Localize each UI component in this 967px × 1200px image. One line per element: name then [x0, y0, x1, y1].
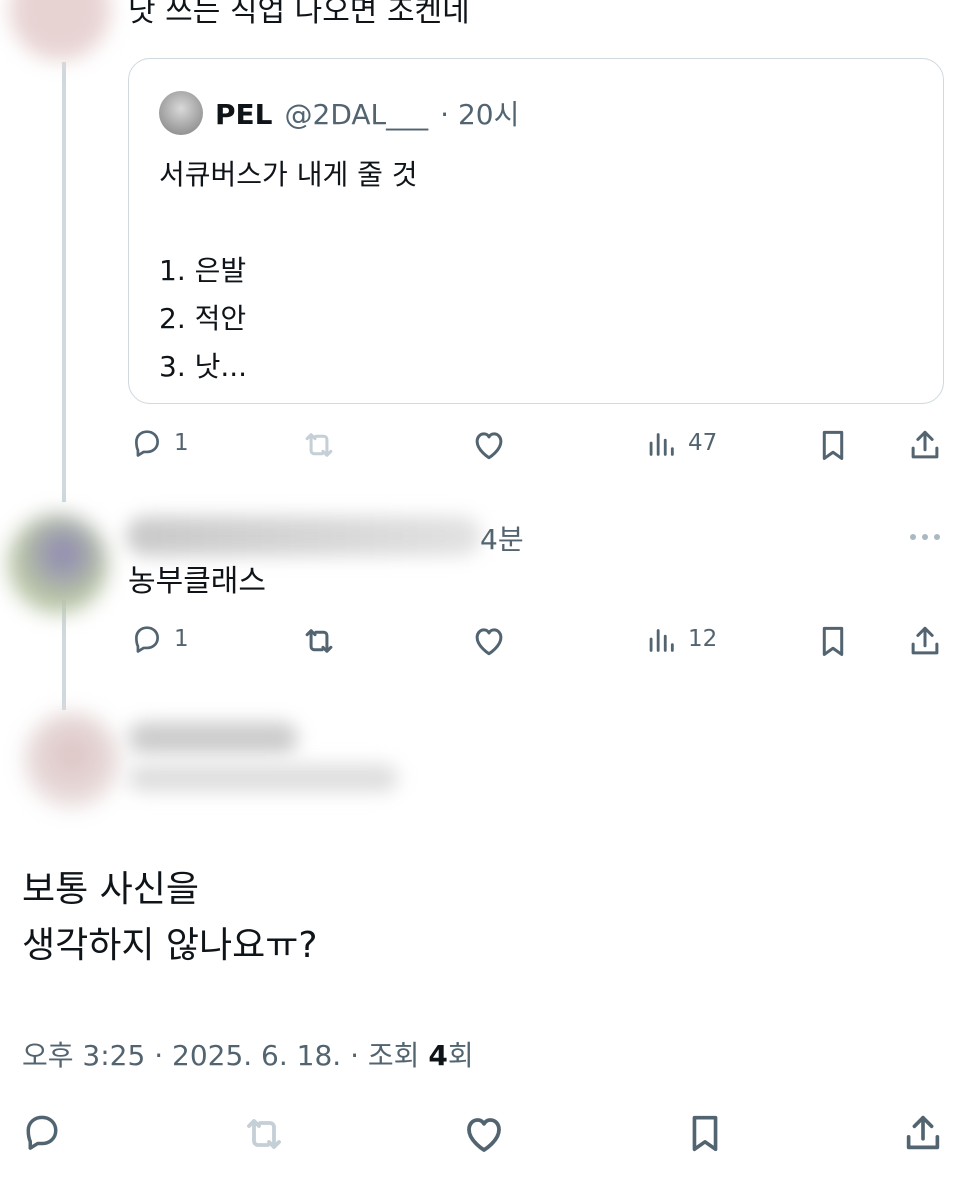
tweet-actions: 1 12	[0, 622, 967, 662]
reply-icon	[135, 430, 159, 457]
main-tweet-text: 보통 사신을 생각하지 않나요ㅠ?	[22, 862, 318, 974]
tweet-text: 낫 쓰는 직업 나오면 조켄네	[128, 0, 470, 29]
bookmark-button[interactable]	[814, 622, 852, 660]
views-icon	[649, 433, 674, 456]
reply-icon	[135, 626, 159, 653]
bookmark-icon	[822, 430, 844, 460]
share-icon	[911, 430, 939, 459]
reply-button[interactable]	[20, 1110, 64, 1154]
like-button[interactable]	[470, 622, 518, 660]
tweet-actions: 1 47	[0, 426, 967, 466]
quoted-handle[interactable]: @2DAL___	[285, 98, 429, 131]
like-icon	[475, 628, 503, 656]
share-button[interactable]	[906, 426, 944, 464]
like-icon	[475, 432, 503, 460]
quoted-line: 서큐버스가 내게 줄 것	[159, 158, 418, 191]
quoted-line: 3. 낫...	[159, 350, 248, 383]
bookmark-button[interactable]	[682, 1110, 728, 1156]
like-button[interactable]	[460, 1110, 508, 1158]
reply-count: 1	[174, 626, 189, 652]
views-icon	[649, 629, 674, 652]
author-handle-redacted	[128, 764, 398, 792]
retweet-icon	[247, 1119, 281, 1149]
like-icon	[467, 1118, 501, 1152]
retweet-button[interactable]	[300, 622, 348, 660]
views-count: 47	[688, 430, 718, 456]
reply-button[interactable]: 1	[130, 426, 189, 460]
quoted-time: · 20시	[440, 98, 520, 131]
bookmark-icon	[822, 626, 844, 656]
bookmark-button[interactable]	[814, 426, 852, 464]
retweet-icon	[305, 629, 333, 653]
reply-text: 농부클래스	[128, 564, 266, 599]
view-suffix: 회	[447, 1039, 474, 1072]
author-name-redacted	[126, 516, 481, 556]
timestamp-text: 오후 3:25 · 2025. 6. 18. · 조회	[22, 1039, 429, 1072]
quoted-avatar	[159, 91, 203, 135]
share-icon	[906, 1115, 940, 1150]
quoted-line: 1. 은발	[159, 254, 247, 287]
quoted-text: 서큐버스가 내게 줄 것 1. 은발 2. 적안 3. 낫...	[159, 151, 418, 391]
retweet-icon	[305, 433, 333, 457]
reply-button[interactable]: 1	[130, 622, 189, 656]
main-tweet-actions	[0, 1110, 967, 1152]
quoted-line: 2. 적안	[159, 302, 247, 335]
avatar[interactable]	[10, 0, 110, 60]
views-count: 12	[688, 626, 718, 652]
share-button[interactable]	[906, 622, 944, 660]
avatar[interactable]	[24, 712, 120, 808]
reply-count: 1	[174, 430, 189, 456]
reply-icon	[26, 1115, 58, 1150]
share-button[interactable]	[900, 1110, 946, 1156]
author-name-redacted	[128, 722, 298, 754]
more-options-button[interactable]	[910, 534, 940, 540]
quoted-line	[159, 199, 418, 247]
tweet-timestamp[interactable]: 오후 3:25 · 2025. 6. 18. · 조회 4회	[22, 1034, 474, 1074]
bookmark-icon	[692, 1115, 718, 1152]
main-tweet-line: 보통 사신을	[22, 869, 200, 910]
view-count: 4	[428, 1039, 448, 1072]
share-icon	[911, 626, 939, 655]
main-tweet-line: 생각하지 않나요ㅠ?	[22, 925, 318, 966]
more-icon	[910, 534, 916, 540]
quoted-display-name[interactable]: PEL	[215, 98, 273, 131]
retweet-button[interactable]	[300, 426, 348, 464]
like-button[interactable]	[470, 426, 518, 464]
views-button[interactable]: 12	[644, 622, 717, 656]
quoted-tweet-card[interactable]: PEL @2DAL___ · 20시 서큐버스가 내게 줄 것 1. 은발 2.…	[128, 58, 944, 404]
avatar[interactable]	[8, 514, 108, 614]
views-button[interactable]: 47	[644, 426, 717, 460]
reply-time: 4분	[480, 523, 524, 556]
retweet-button[interactable]	[240, 1110, 288, 1158]
